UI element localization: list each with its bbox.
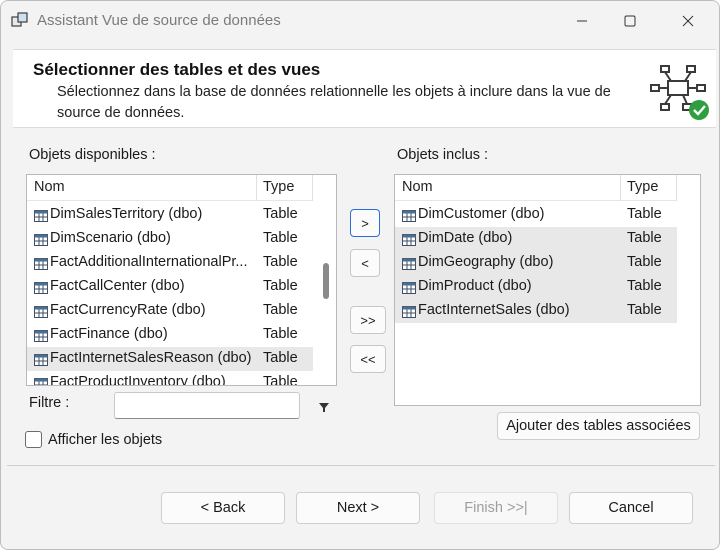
row-type: Table [263, 350, 298, 366]
remove-all-button[interactable]: << [350, 345, 386, 373]
table-row[interactable]: DimScenario (dbo) Table [27, 227, 313, 251]
table-icon [34, 209, 48, 222]
add-selected-button[interactable]: > [350, 209, 380, 237]
filter-label: Filtre : [29, 395, 70, 411]
table-icon [402, 233, 416, 246]
row-name: FactInternetSales (dbo) [418, 302, 570, 318]
table-row[interactable]: DimGeography (dbo) Table [395, 251, 677, 275]
row-name: FactInternetSalesReason (dbo) [50, 350, 252, 366]
minimize-button[interactable] [559, 1, 605, 41]
table-icon [34, 257, 48, 270]
row-type: Table [627, 278, 662, 294]
column-header-name[interactable]: Nom [34, 179, 65, 195]
close-button[interactable] [665, 1, 711, 41]
row-type: Table [263, 254, 298, 270]
table-icon [34, 281, 48, 294]
maximize-button[interactable] [607, 1, 653, 41]
show-objects-checkbox[interactable] [25, 431, 42, 448]
row-name: DimCustomer (dbo) [418, 206, 545, 222]
row-type: Table [263, 326, 298, 342]
table-icon [402, 209, 416, 222]
available-list-header: Nom Type [27, 175, 313, 201]
row-name: DimProduct (dbo) [418, 278, 532, 294]
footer-divider [7, 465, 715, 466]
table-row[interactable]: FactInternetSales (dbo) Table [395, 299, 677, 323]
table-row[interactable]: FactInternetSalesReason (dbo) Table [27, 347, 313, 371]
table-row[interactable]: DimDate (dbo) Table [395, 227, 677, 251]
table-row[interactable]: FactCallCenter (dbo) Table [27, 275, 313, 299]
add-all-button[interactable]: >> [350, 306, 386, 334]
row-name: FactAdditionalInternationalPr... [50, 254, 248, 270]
show-objects-label[interactable]: Afficher les objets [48, 432, 162, 448]
table-row[interactable]: DimProduct (dbo) Table [395, 275, 677, 299]
row-name: DimGeography (dbo) [418, 254, 554, 270]
next-button[interactable]: Next > [296, 492, 420, 524]
row-type: Table [627, 230, 662, 246]
table-icon [402, 257, 416, 270]
table-icon [34, 353, 48, 366]
row-name: FactCurrencyRate (dbo) [50, 302, 206, 318]
data-source-view-wizard-icon [650, 65, 709, 120]
included-objects-list[interactable]: Nom Type DimCustomer (dbo) Table DimDate (… [394, 174, 701, 406]
included-objects-label: Objets inclus : [397, 147, 489, 163]
row-type: Table [263, 374, 298, 386]
table-icon [34, 305, 48, 318]
row-type: Table [627, 206, 662, 222]
remove-selected-button[interactable]: < [350, 249, 380, 277]
table-row[interactable]: FactFinance (dbo) Table [27, 323, 313, 347]
scrollbar-thumb[interactable] [323, 263, 329, 299]
window-title: Assistant Vue de source de données [37, 12, 281, 29]
column-header-type[interactable]: Type [263, 179, 294, 195]
filter-funnel-icon[interactable] [318, 401, 330, 413]
row-type: Table [263, 278, 298, 294]
table-row[interactable]: FactAdditionalInternationalPr... Table [27, 251, 313, 275]
table-row[interactable]: FactProductInventory (dbo) Table [27, 371, 313, 386]
close-icon [682, 15, 694, 27]
maximize-icon [624, 15, 636, 27]
page-title: Sélectionner des tables et des vues [33, 60, 321, 79]
table-icon [402, 281, 416, 294]
row-type: Table [263, 302, 298, 318]
row-type: Table [627, 302, 662, 318]
row-name: FactFinance (dbo) [50, 326, 168, 342]
row-name: DimScenario (dbo) [50, 230, 171, 246]
table-icon [34, 233, 48, 246]
add-related-tables-button[interactable]: Ajouter des tables associées [497, 412, 700, 440]
table-icon [34, 329, 48, 342]
table-row[interactable]: FactCurrencyRate (dbo) Table [27, 299, 313, 323]
back-button[interactable]: < Back [161, 492, 285, 524]
included-list-header: Nom Type [395, 175, 677, 201]
wizard-header: Sélectionner des tables et des vues Séle… [13, 49, 716, 128]
filter-input[interactable] [114, 392, 300, 419]
row-type: Table [263, 206, 298, 222]
table-icon [402, 305, 416, 318]
title-bar[interactable]: Assistant Vue de source de données [1, 1, 719, 41]
row-name: FactCallCenter (dbo) [50, 278, 185, 294]
finish-button[interactable]: Finish >>| [434, 492, 558, 524]
row-name: DimSalesTerritory (dbo) [50, 206, 203, 222]
available-objects-label: Objets disponibles : [29, 147, 156, 163]
table-row[interactable]: DimSalesTerritory (dbo) Table [27, 203, 313, 227]
row-type: Table [263, 230, 298, 246]
wizard-window: Assistant Vue de source de données Sélec… [0, 0, 720, 550]
column-header-type[interactable]: Type [627, 179, 658, 195]
available-objects-list[interactable]: Nom Type DimSalesTerritory (dbo) Table Dim… [26, 174, 337, 386]
table-icon [34, 377, 48, 385]
data-source-view-icon [11, 12, 28, 27]
page-description: Sélectionnez dans la base de données rel… [57, 84, 611, 121]
row-name: FactProductInventory (dbo) [50, 374, 226, 386]
row-name: DimDate (dbo) [418, 230, 513, 246]
row-type: Table [627, 254, 662, 270]
table-row[interactable]: DimCustomer (dbo) Table [395, 203, 677, 227]
minimize-icon [577, 20, 587, 22]
cancel-button[interactable]: Cancel [569, 492, 693, 524]
column-header-name[interactable]: Nom [402, 179, 433, 195]
